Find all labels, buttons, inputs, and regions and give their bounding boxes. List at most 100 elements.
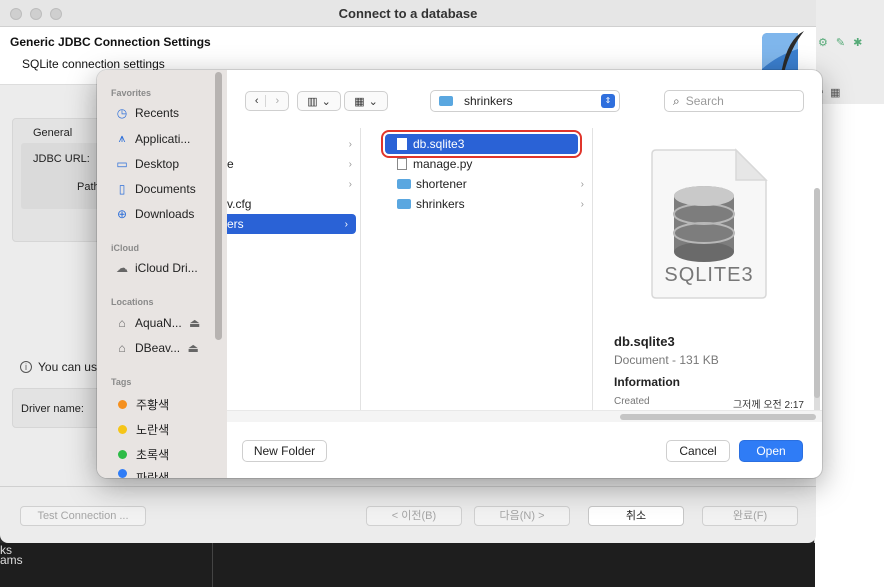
preview-created-label: Created [614, 396, 650, 407]
sidebar-tag-orange[interactable]: 주황색 [115, 396, 223, 413]
tags-section-label: Tags [111, 377, 132, 387]
toolbar-icon: ⚙ [818, 37, 828, 49]
new-folder-button[interactable]: New Folder [242, 440, 327, 462]
location-popup[interactable]: shrinkers ⇕ [430, 90, 620, 112]
background-divider [212, 543, 213, 587]
open-button[interactable]: Open [739, 440, 803, 462]
file-preview: SQLITE3 db.sqlite3 Document - 131 KB Inf… [604, 128, 822, 418]
next-button[interactable]: 다음(N) > [474, 506, 570, 526]
tag-dot-icon [118, 400, 127, 409]
sidebar-item-aquan-volume[interactable]: ⌂ AquaN... ⏏ [115, 316, 223, 330]
sidebar-item-label: 파란색 [136, 471, 170, 478]
drive-icon: ⌂ [118, 316, 126, 330]
background-bottom-panel: ks ams [0, 543, 815, 587]
tag-dot-icon [118, 425, 127, 434]
file-item-db-sqlite3[interactable]: db.sqlite3 [381, 130, 582, 158]
finish-button[interactable]: 완료(F) [702, 506, 798, 526]
folder-item-shrinkers[interactable]: shrinkers › [383, 194, 592, 214]
sidebar-item-dbeaver-volume[interactable]: ⌂ DBeav... ⏏ [115, 341, 223, 355]
picker-toolbar: ‹ › ▥ ⌄ ▦ ⌄ shrinkers ⇕ ⌕ Search [227, 70, 822, 128]
document-icon: ▯ [118, 182, 126, 196]
info-note: i You can us [20, 360, 97, 374]
grid-icon: ▦ [354, 95, 365, 108]
tag-dot-icon [118, 450, 127, 459]
zoom-window-button[interactable] [50, 8, 62, 20]
minimize-window-button[interactable] [30, 8, 42, 20]
sidebar-item-label: AquaN... [135, 316, 182, 330]
header-subtitle: SQLite connection settings [22, 57, 165, 71]
search-field[interactable]: ⌕ Search [664, 90, 804, 112]
preview-badge: SQLITE3 [664, 264, 754, 286]
sidebar-item-label: Downloads [135, 207, 195, 221]
test-connection-button[interactable]: Test Connection ... [20, 506, 146, 526]
tag-dot-icon [118, 469, 127, 478]
toolbar-icon: ▦ [830, 87, 841, 99]
favorites-section-label: Favorites [111, 88, 152, 98]
sidebar-item-applications[interactable]: ⩚ Applicati... [115, 131, 223, 146]
chevron-right-icon: › [580, 198, 584, 210]
folder-name: shortener [416, 177, 467, 191]
horizontal-scrollbar[interactable] [227, 410, 822, 422]
cancel-button[interactable]: 취소 [588, 506, 684, 526]
file-item-manage-py[interactable]: manage.py [383, 154, 592, 174]
sidebar-item-label: Documents [135, 182, 196, 196]
info-icon: i [20, 361, 32, 373]
scrollbar-thumb[interactable] [620, 414, 816, 420]
forward-arrow-icon[interactable]: › [270, 95, 286, 107]
file-name: manage.py [413, 157, 473, 171]
sidebar-item-icloud-drive[interactable]: ☁ iCloud Dri... [115, 261, 223, 275]
browser-column-files: db.sqlite3 manage.py shortener › shrinke… [381, 128, 593, 418]
sidebar-item-label: Desktop [135, 157, 180, 171]
sidebar-item-label: DBeav... [135, 341, 181, 355]
locations-section-label: Locations [111, 297, 154, 307]
browser-column-parent: › e › › v.cfg ers › [227, 128, 361, 418]
general-label: General [33, 127, 73, 139]
file-icon [397, 138, 407, 150]
group-mode-button[interactable]: ▦ ⌄ [344, 91, 388, 111]
list-item-label: ers [227, 217, 244, 231]
folder-icon [397, 199, 411, 209]
sidebar-item-label: 주황색 [136, 398, 170, 412]
icloud-section-label: iCloud [111, 243, 139, 253]
sidebar-item-documents[interactable]: ▯ Documents [115, 182, 223, 196]
list-item[interactable]: v.cfg [227, 194, 360, 214]
back-arrow-icon[interactable]: ‹ [249, 95, 266, 107]
cloud-icon: ☁ [116, 261, 128, 275]
sidebar-item-label: 노란색 [136, 423, 170, 437]
picker-sidebar: Favorites ◷ Recents ⩚ Applicati... ▭ Deskto… [97, 70, 227, 478]
back-forward-buttons: ‹ › [245, 91, 289, 111]
back-button[interactable]: < 이전(B) [366, 506, 462, 526]
picker-cancel-button[interactable]: Cancel [666, 440, 730, 462]
python-file-icon [397, 158, 407, 170]
sidebar-item-recents[interactable]: ◷ Recents [115, 106, 223, 120]
view-mode-button[interactable]: ▥ ⌄ [297, 91, 341, 111]
eject-icon[interactable]: ⏏ [188, 316, 202, 330]
background-panel [814, 104, 884, 587]
preview-file-name: db.sqlite3 [614, 334, 675, 349]
list-item[interactable]: › [227, 174, 360, 194]
sidebar-tag-yellow[interactable]: 노란색 [115, 421, 223, 438]
driver-name-label: Driver name: [21, 403, 84, 415]
eject-icon[interactable]: ⏏ [186, 341, 200, 355]
close-window-button[interactable] [10, 8, 22, 20]
preview-scrollbar[interactable] [814, 188, 820, 418]
chevron-down-icon: ⌄ [368, 95, 378, 108]
folder-icon [439, 96, 453, 106]
sidebar-tag-green[interactable]: 초록색 [115, 446, 223, 463]
background-toolbar: ⚙ ✎ ✱ [814, 36, 884, 58]
header-title: Generic JDBC Connection Settings [10, 35, 211, 49]
sidebar-item-label: Recents [135, 106, 180, 120]
sidebar-item-desktop[interactable]: ▭ Desktop [115, 157, 223, 171]
list-item-selected[interactable]: ers › [227, 214, 356, 234]
preview-information-heading: Information [614, 375, 680, 389]
folder-name: shrinkers [416, 197, 465, 211]
list-item[interactable]: › [227, 134, 360, 154]
sidebar-item-downloads[interactable]: ⊕ Downloads [115, 207, 223, 221]
list-item-label: v.cfg [227, 197, 252, 211]
sidebar-tag-blue[interactable]: 파란색 [115, 469, 223, 478]
popup-stepper-icon: ⇕ [601, 94, 615, 108]
footer-divider [0, 486, 816, 487]
list-item[interactable]: e › [227, 154, 360, 174]
window-controls [10, 8, 62, 20]
folder-item-shortener[interactable]: shortener › [383, 174, 592, 194]
